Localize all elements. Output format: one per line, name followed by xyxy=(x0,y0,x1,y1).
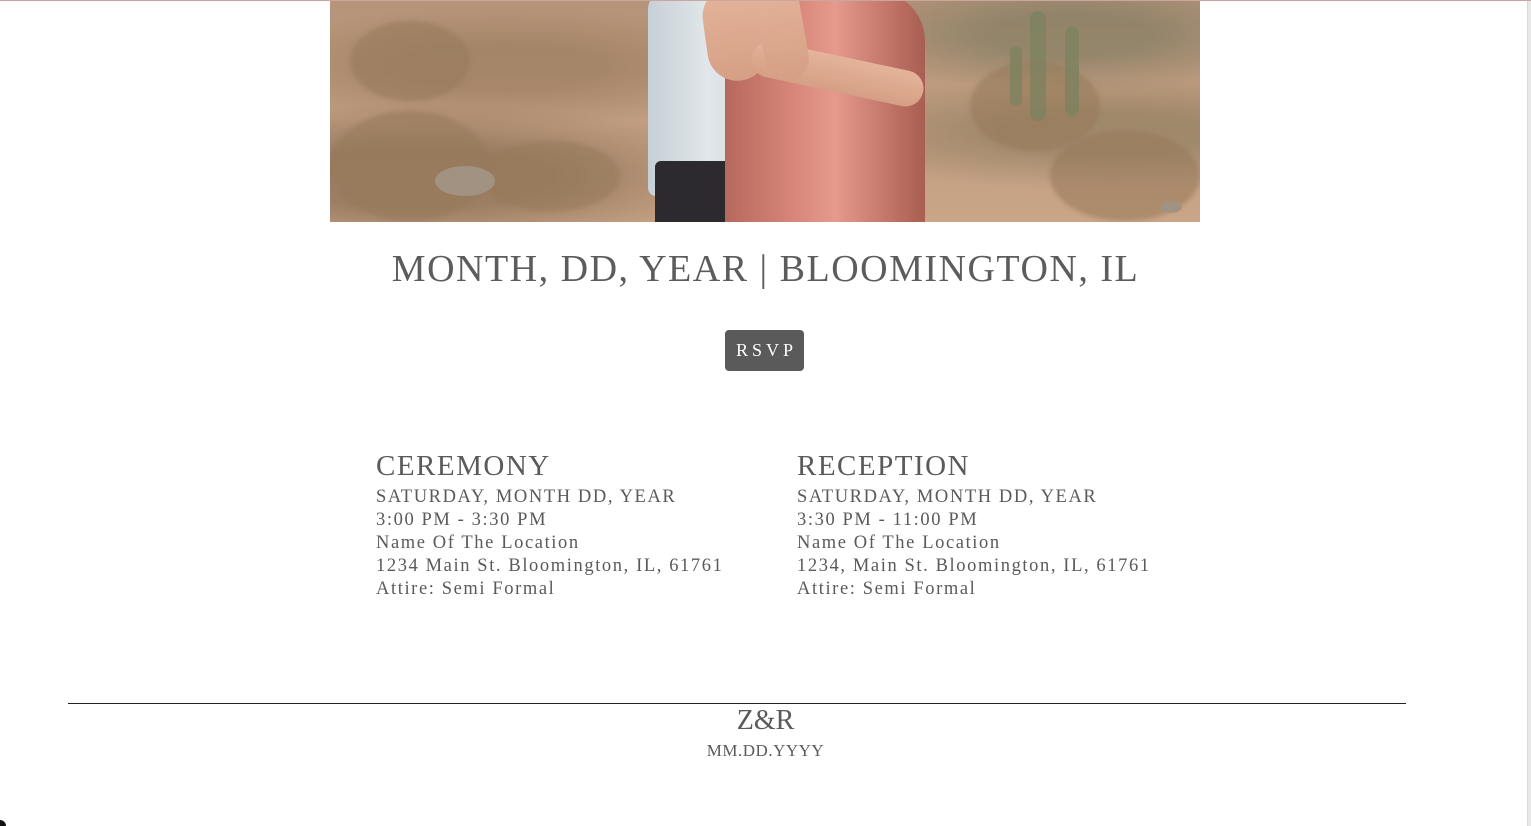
footer-date: MM.DD.YYYY xyxy=(706,741,825,760)
ceremony-title: CEREMONY xyxy=(376,450,551,482)
rsvp-button[interactable]: RSVP xyxy=(725,330,804,371)
reception-attire: Attire: Semi Formal xyxy=(797,579,977,599)
ceremony-venue: Name Of The Location xyxy=(376,533,580,553)
window-edge xyxy=(1527,1,1531,826)
footer-divider xyxy=(68,703,1406,704)
ceremony-date: SATURDAY, MONTH DD, YEAR xyxy=(376,487,677,507)
rock xyxy=(435,166,495,196)
ceremony-section: CEREMONY SATURDAY, MONTH DD, YEAR 3:00 P… xyxy=(376,449,723,601)
ceremony-address: 1234 Main St. Bloomington, IL, 61761 xyxy=(376,556,724,576)
ceremony-time: 3:00 PM - 3:30 PM xyxy=(376,510,548,530)
ceremony-attire: Attire: Semi Formal xyxy=(376,579,556,599)
window-corner xyxy=(0,820,6,826)
wedding-page: MONTH, DD, YEAR | BLOOMINGTON, IL RSVP C… xyxy=(0,0,1531,826)
cactus xyxy=(1010,46,1022,106)
reception-time: 3:30 PM - 11:00 PM xyxy=(797,510,979,530)
date-location-heading: MONTH, DD, YEAR | BLOOMINGTON, IL xyxy=(391,248,1140,290)
reception-title: RECEPTION xyxy=(797,450,970,482)
cactus xyxy=(1065,26,1079,116)
man-pants xyxy=(655,161,735,222)
reception-venue: Name Of The Location xyxy=(797,533,1001,553)
cactus xyxy=(1030,11,1046,121)
hero-photo xyxy=(330,1,1200,222)
reception-date: SATURDAY, MONTH DD, YEAR xyxy=(797,487,1098,507)
desert-brush xyxy=(480,141,620,211)
rock xyxy=(1160,201,1182,213)
desert-brush xyxy=(350,21,470,101)
reception-address: 1234, Main St. Bloomington, IL, 61761 xyxy=(797,556,1151,576)
footer-monogram: Z&R xyxy=(736,705,795,736)
reception-section: RECEPTION SATURDAY, MONTH DD, YEAR 3:30 … xyxy=(797,449,1151,601)
